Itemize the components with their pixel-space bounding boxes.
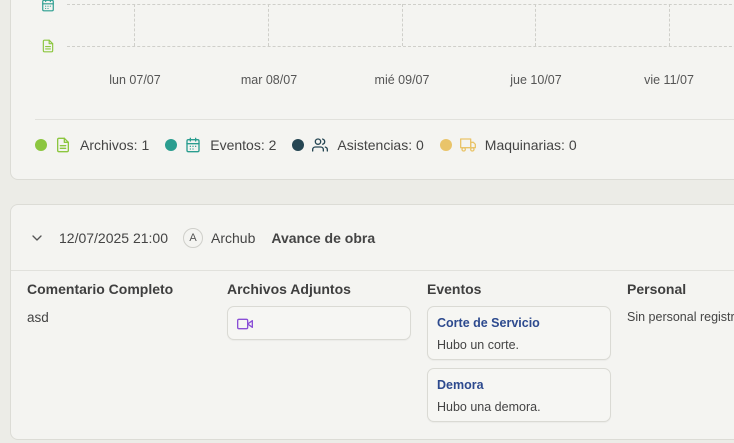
- entry-card: 12/07/2025 21:00 A Archub Avance de obra…: [10, 204, 734, 440]
- event-title: Corte de Servicio: [437, 316, 540, 330]
- day-label: mar 08/07: [240, 73, 298, 87]
- grid-line: [535, 4, 536, 46]
- legend-dot: [292, 139, 305, 151]
- day-label: mié 09/07: [374, 73, 430, 87]
- event-description: Hubo un corte.: [437, 338, 519, 352]
- comment-text: asd: [27, 310, 49, 325]
- event-card[interactable]: Corte de Servicio Hubo un corte.: [427, 306, 611, 360]
- legend-label: Asistencias: 0: [337, 137, 424, 153]
- grid-line: [67, 4, 734, 5]
- event-title: Demora: [437, 378, 484, 392]
- day-label: lun 07/07: [109, 73, 161, 87]
- entry-author: Archub: [211, 230, 256, 246]
- file-icon: [41, 39, 55, 53]
- entry-title: Avance de obra: [271, 230, 376, 246]
- event-description: Hubo una demora.: [437, 400, 541, 414]
- legend-item-asistencias: Asistencias: 0: [292, 137, 424, 153]
- legend-item-archivos: Archivos: 1: [35, 137, 149, 153]
- personnel-text: Sin personal registra: [627, 310, 734, 324]
- legend-dot: [35, 139, 47, 151]
- legend-dot: [439, 139, 452, 151]
- users-icon: [312, 137, 329, 153]
- chevron-down-icon[interactable]: [29, 230, 45, 246]
- personnel-column: Personal Sin personal registra: [627, 281, 734, 324]
- avatar: A: [183, 228, 203, 248]
- divider: [35, 119, 734, 120]
- comment-header: Comentario Completo: [27, 281, 174, 297]
- entry-header[interactable]: 12/07/2025 21:00 A Archub Avance de obra: [11, 205, 734, 271]
- timeline-legend: Archivos: 1 Eventos: 2 Asistencias: 0 Ma…: [35, 137, 593, 153]
- grid-line: [67, 46, 734, 47]
- calendar-icon: [185, 137, 201, 153]
- events-header: Eventos: [427, 281, 482, 297]
- attachments-header: Archivos Adjuntos: [227, 281, 351, 297]
- personnel-header: Personal: [627, 281, 687, 297]
- legend-item-maquinarias: Maquinarias: 0: [439, 137, 577, 153]
- day-label: jue 10/07: [510, 73, 562, 87]
- event-card[interactable]: Demora Hubo una demora.: [427, 368, 611, 422]
- video-icon: [237, 316, 253, 337]
- events-column: Eventos: [427, 281, 481, 297]
- divider: [11, 270, 734, 271]
- legend-dot: [165, 139, 178, 151]
- legend-label: Archivos: 1: [80, 137, 150, 153]
- grid-line: [402, 4, 403, 46]
- legend-label: Eventos: 2: [210, 137, 277, 153]
- calendar-icon: [41, 0, 55, 12]
- truck-icon: [459, 137, 476, 153]
- legend-item-eventos: Eventos: 2: [165, 137, 276, 153]
- attachment-tile[interactable]: [227, 306, 411, 340]
- comment-column: Comentario Completo asd: [27, 281, 173, 325]
- attachments-column: Archivos Adjuntos: [227, 281, 351, 297]
- grid-line: [268, 4, 269, 46]
- grid-line: [134, 4, 135, 46]
- grid-line: [669, 4, 670, 46]
- legend-label: Maquinarias: 0: [484, 137, 577, 153]
- day-label: vie 11/07: [644, 73, 694, 87]
- timeline-card: lun 07/07 mar 08/07 mié 09/07 jue 10/07 …: [10, 0, 734, 180]
- entry-datetime: 12/07/2025 21:00: [59, 230, 168, 246]
- file-icon: [55, 137, 71, 153]
